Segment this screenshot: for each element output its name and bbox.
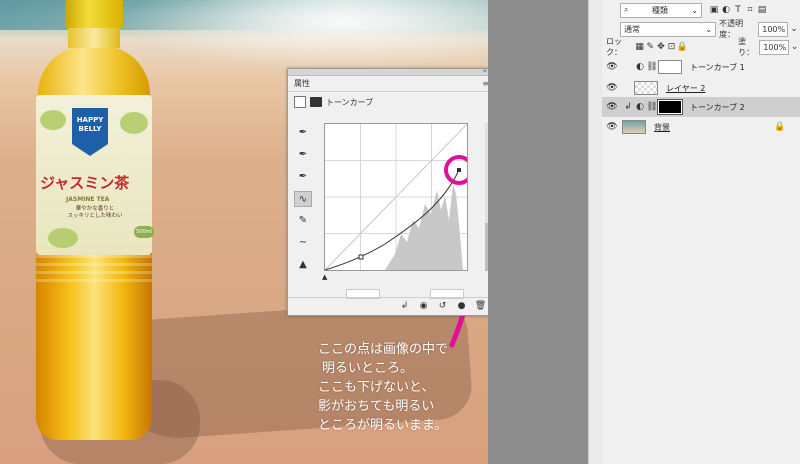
layer-name[interactable]: トーンカーブ 2 [690, 102, 745, 113]
pasteboard [488, 0, 588, 464]
adjustment-layer-icon: ◐ [636, 62, 644, 72]
opacity-input[interactable]: 100% [758, 21, 789, 37]
layer-mask-thumbnail[interactable] [658, 60, 682, 74]
chevron-down-icon: ⌄ [705, 24, 713, 34]
lock-label: ロック： [606, 37, 622, 57]
chevron-down-icon: ⌄ [691, 5, 698, 15]
properties-panel[interactable]: « 属性 ≡ トーンカーブ ✒ ✒ ✒ ∿ ✎ ∼ ▲ ▲ ↲ ◉ ↺ ● 🗑 [287, 67, 496, 316]
product-subtitle: JASMINE TEA [66, 196, 110, 203]
visibility-eye-icon[interactable]: ● [455, 300, 468, 313]
bottle-ridges [36, 255, 152, 285]
clip-to-layer-icon[interactable]: ↲ [398, 300, 411, 313]
layer-name[interactable]: トーンカーブ 1 [690, 62, 745, 73]
visibility-eye-icon[interactable]: 👁 [602, 122, 622, 132]
layer-thumbnail[interactable] [634, 81, 658, 95]
filter-smart-icon[interactable]: ▤ [756, 4, 768, 16]
lock-icon: 🔒 [774, 122, 786, 132]
layer-row[interactable]: 👁 背景 🔒 [602, 117, 800, 137]
curve-tools: ✒ ✒ ✒ ∿ ✎ ∼ ▲ [292, 125, 314, 273]
leaf-decoration [40, 110, 66, 130]
fill-label: 塗り： [738, 37, 755, 57]
chevron-down-icon[interactable]: ⌄ [789, 41, 800, 53]
collapse-icon[interactable]: « [483, 67, 487, 75]
layer-name[interactable]: レイヤー 2 [666, 83, 705, 94]
chevron-down-icon[interactable]: ⌄ [788, 23, 800, 35]
adjustment-header: トーンカーブ [288, 92, 495, 112]
volume-badge: 500ml [134, 226, 154, 238]
visibility-eye-icon[interactable]: 👁 [602, 62, 622, 72]
fill-input[interactable]: 100% [759, 39, 790, 55]
adjustment-label: トーンカーブ [326, 97, 374, 107]
layer-filter-row: ⌕ 種類 ⌄ ▣ ◐ T ⌗ ▤ [602, 0, 800, 20]
layer-row[interactable]: 👁 レイヤー 2 [602, 78, 800, 98]
bottle-neck [68, 26, 120, 48]
eyedropper-gray-icon[interactable]: ✒ [294, 147, 312, 163]
bottle-cap [65, 0, 123, 28]
adjustment-layer-icon: ◐ [636, 102, 644, 112]
curves-svg[interactable] [324, 123, 474, 271]
delete-icon[interactable]: 🗑 [474, 300, 487, 313]
handwritten-annotation: ここの点は画像の中で 明るいところ。 ここも下げないと、 影がおちても明るい と… [318, 342, 449, 433]
layer-mask-thumbnail[interactable] [657, 99, 683, 115]
link-icon[interactable]: ⛓ [646, 61, 658, 73]
pencil-icon[interactable]: ✎ [294, 213, 312, 229]
sea-foam [120, 0, 488, 70]
layer-thumbnail[interactable] [622, 120, 646, 134]
eyedropper-white-icon[interactable]: ✒ [294, 169, 312, 185]
curve-point[interactable] [358, 254, 364, 260]
view-previous-icon[interactable]: ◉ [417, 300, 430, 313]
canvas-vertical-scrollbar[interactable] [588, 0, 602, 464]
layer-row-selected[interactable]: 👁 ↲ ◐ ⛓ トーンカーブ 2 [602, 97, 800, 117]
smooth-icon[interactable]: ∼ [294, 235, 312, 251]
layer-name[interactable]: 背景 [654, 122, 670, 133]
panel-title: 属性 [294, 79, 310, 88]
panel-titlebar[interactable]: « [288, 67, 495, 76]
tea-bottle: HAPPY BELLY ジャスミン茶 JASMINE TEA 華やかな香りと ス… [28, 0, 158, 440]
link-icon[interactable]: ⛓ [646, 101, 658, 113]
product-name: ジャスミン茶 [40, 174, 130, 192]
lock-position-icon[interactable]: ✥ [656, 41, 667, 53]
panel-footer: ↲ ◉ ↺ ● 🗑 [288, 297, 495, 315]
leaf-decoration [48, 228, 78, 248]
auto-icon[interactable]: ▲ [294, 257, 312, 273]
reset-icon[interactable]: ↺ [436, 300, 449, 313]
lock-paint-icon[interactable]: ✎ [645, 41, 656, 53]
filter-type-icon[interactable]: T [732, 4, 744, 16]
visibility-eye-icon[interactable]: 👁 [602, 102, 622, 112]
lock-transparent-icon[interactable]: ▦ [634, 41, 645, 53]
clip-arrow-icon: ↲ [624, 102, 632, 112]
curves-adjustment-icon[interactable] [294, 96, 306, 108]
panel-header: 属性 ≡ [288, 76, 495, 92]
lock-artboard-icon[interactable]: ⊡ [666, 41, 677, 53]
black-point-slider[interactable]: ▲ [322, 273, 327, 281]
visibility-eye-icon[interactable]: 👁 [602, 83, 622, 93]
product-description: 華やかな香りと スッキリとした味わい [67, 206, 123, 219]
filter-adjustment-icon[interactable]: ◐ [720, 4, 732, 16]
filter-pixel-icon[interactable]: ▣ [708, 4, 720, 16]
eyedropper-black-icon[interactable]: ✒ [294, 125, 312, 141]
search-icon: ⌕ [624, 5, 629, 14]
filter-kind-select[interactable]: ⌕ 種類 ⌄ [620, 2, 702, 18]
lock-row: ロック： ▦ ✎ ✥ ⊡ 🔒 塗り： 100% ⌄ [602, 37, 800, 57]
curve-point-tool-icon[interactable]: ∿ [294, 191, 312, 207]
layer-row[interactable]: 👁 ◐ ⛓ トーンカーブ 1 [602, 57, 800, 77]
filter-shape-icon[interactable]: ⌗ [744, 4, 756, 16]
curve-point-selected[interactable] [457, 168, 461, 172]
lock-all-icon[interactable]: 🔒 [677, 41, 688, 53]
leaf-decoration [120, 112, 148, 134]
curves-graph[interactable] [324, 123, 474, 271]
layers-panel: ⌕ 種類 ⌄ ▣ ◐ T ⌗ ▤ 通常 ⌄ 不透明度： 100% ⌄ ロック： … [602, 0, 800, 464]
blend-mode-select[interactable]: 通常 ⌄ [620, 21, 717, 37]
mask-icon[interactable] [310, 97, 322, 107]
